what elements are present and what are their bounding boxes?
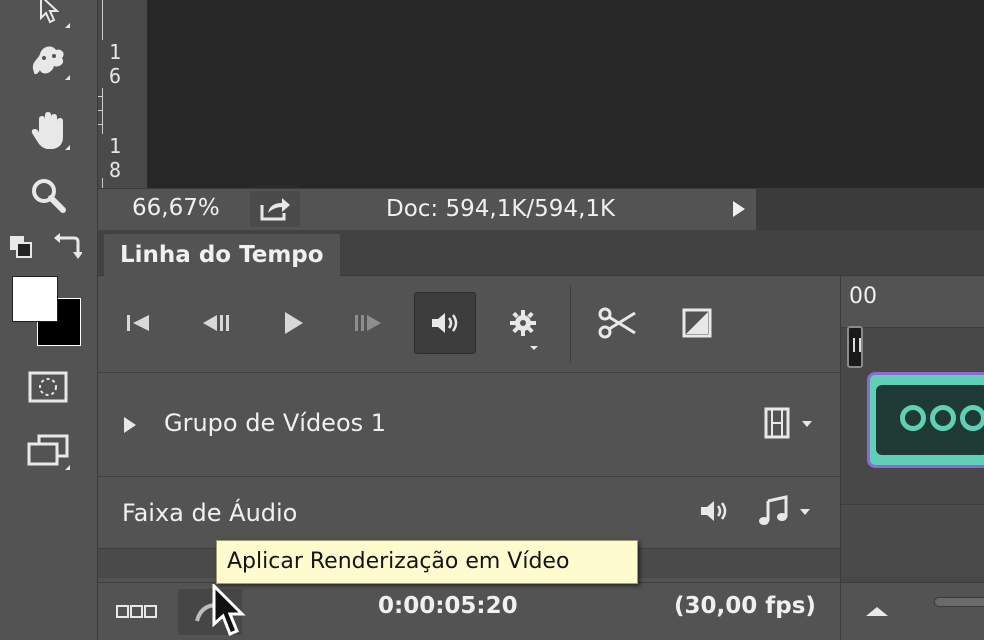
video-clip[interactable] — [867, 372, 984, 468]
screen-mode-button[interactable] — [22, 428, 74, 474]
timeline-tracks-area[interactable]: 00 — [840, 276, 984, 594]
chevron-down-icon — [800, 509, 810, 515]
share-icon — [260, 198, 290, 221]
panel-tab-bar: Linha do Tempo — [98, 230, 984, 276]
hand-icon — [31, 112, 63, 149]
chevron-down-icon — [802, 421, 812, 427]
triangle-right-icon — [733, 201, 745, 217]
hand-tool[interactable] — [22, 108, 74, 154]
selection-arrow-icon — [40, 0, 60, 24]
swap-colors-button[interactable] — [52, 232, 83, 260]
film-strip-icon — [764, 407, 790, 439]
document-canvas[interactable] — [98, 0, 984, 188]
screen-mode-icon — [27, 434, 69, 466]
render-arrow-icon — [195, 599, 225, 622]
tab-timeline[interactable]: Linha do Tempo — [104, 234, 340, 276]
track-mute-button[interactable] — [698, 497, 736, 531]
time-ruler[interactable]: 00 — [841, 276, 984, 328]
swap-colors-icon — [54, 233, 83, 259]
puppet-warp-tool[interactable] — [22, 38, 74, 84]
status-bar: 66,67% Doc: 594,1K/594,1K — [98, 188, 984, 231]
audio-track[interactable]: Faixa de Áudio — [98, 476, 840, 548]
previous-frame-button[interactable] — [184, 292, 246, 354]
tools-panel — [0, 0, 98, 640]
split-at-playhead-button[interactable] — [586, 292, 648, 354]
settings-button[interactable] — [492, 292, 554, 354]
zoom-icon — [32, 179, 66, 213]
audio-icon — [701, 501, 727, 521]
foreground-color-swatch[interactable] — [12, 276, 58, 322]
settings-gear-icon — [510, 310, 536, 336]
zoom-out-button[interactable] — [862, 599, 892, 623]
go-to-first-frame-button[interactable] — [108, 292, 170, 354]
audio-lane[interactable] — [841, 504, 984, 576]
zoom-tool[interactable] — [22, 172, 74, 218]
vertical-ruler: 1 6 1 8 — [98, 0, 148, 188]
quick-mask-icon — [28, 371, 68, 403]
puppet-warp-icon — [32, 46, 64, 75]
audio-icon — [432, 313, 458, 333]
render-video-button[interactable] — [178, 589, 242, 635]
video-group-track[interactable]: Grupo de Vídeos 1 — [98, 372, 840, 476]
time-ruler-label: 00 — [849, 284, 877, 309]
status-menu-button[interactable] — [722, 191, 756, 227]
playhead-handle[interactable] — [847, 326, 863, 368]
ruler-number: 6 — [108, 64, 122, 88]
frame-rate: (30,00 fps) — [674, 593, 816, 619]
frames-icon — [116, 605, 157, 618]
expand-triangle-icon[interactable] — [122, 415, 138, 435]
ruler-number: 1 — [108, 134, 122, 158]
current-timecode: 0:00:05:20 — [378, 593, 518, 619]
play-button[interactable] — [262, 292, 324, 354]
transition-button[interactable] — [666, 292, 728, 354]
zoom-level[interactable]: 66,67% — [132, 195, 220, 221]
next-frame-button[interactable] — [338, 292, 400, 354]
track-label-audio: Faixa de Áudio — [122, 499, 298, 527]
music-note-icon — [759, 495, 788, 525]
ruler-number: 1 — [108, 40, 122, 64]
play-icon — [285, 312, 303, 334]
share-button[interactable] — [250, 191, 300, 227]
mountain-small-icon — [866, 607, 888, 616]
ruler-number: 8 — [108, 158, 122, 182]
timeline-footer: 0:00:05:20 (30,00 fps) — [98, 582, 984, 640]
selection-tool[interactable] — [22, 0, 74, 32]
transition-icon — [682, 308, 712, 338]
scissors-icon — [598, 307, 636, 339]
next-frame-icon — [355, 315, 381, 331]
mute-audio-button[interactable] — [414, 292, 476, 354]
playback-controls — [98, 276, 838, 372]
status-bar-end — [756, 189, 984, 231]
add-media-menu[interactable] — [762, 407, 818, 441]
document-size: Doc: 594,1K/594,1K — [386, 196, 616, 222]
go-to-first-frame-icon — [127, 315, 149, 331]
previous-frame-icon — [203, 315, 229, 331]
quick-mask-button[interactable] — [22, 364, 74, 410]
default-colors-icon — [10, 236, 32, 258]
convert-to-frame-animation-button[interactable] — [112, 597, 162, 627]
default-colors-button[interactable] — [8, 234, 36, 260]
add-audio-menu[interactable] — [758, 495, 818, 531]
timeline-zoom-slider[interactable] — [934, 597, 984, 607]
track-label-video-group: Grupo de Vídeos 1 — [164, 409, 387, 437]
tooltip: Aplicar Renderização em Vídeo — [216, 540, 638, 584]
